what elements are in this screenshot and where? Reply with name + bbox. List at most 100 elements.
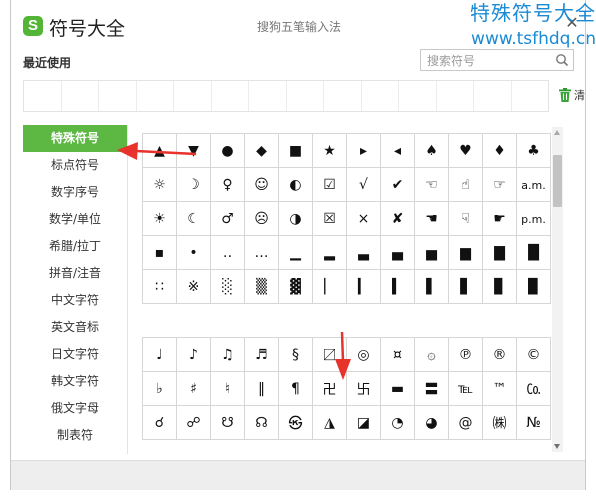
symbol-cell[interactable]: ☋ [210, 405, 245, 440]
symbol-cell[interactable]: 〼 [312, 337, 347, 372]
symbol-cell[interactable]: @ [448, 405, 483, 440]
symbol-cell[interactable]: ▇ [482, 235, 517, 270]
category-item[interactable]: 英文音标 [23, 314, 127, 341]
symbol-cell[interactable]: ☜ [414, 167, 449, 202]
symbol-cell[interactable]: ◑ [278, 201, 313, 236]
symbol-cell[interactable]: ♦ [482, 133, 517, 168]
symbol-cell[interactable]: ☾ [176, 201, 211, 236]
symbol-cell[interactable]: ◕ [414, 405, 449, 440]
symbol-cell[interactable]: ◆ [244, 133, 279, 168]
recent-symbol-slot[interactable] [137, 81, 174, 111]
category-item[interactable]: 特殊符号 [23, 125, 127, 152]
symbol-cell[interactable]: ㈱ [482, 405, 517, 440]
symbol-cell[interactable]: p.m. [516, 201, 551, 236]
search-icon[interactable] [555, 53, 569, 67]
symbol-cell[interactable]: ☝ [448, 167, 483, 202]
symbol-cell[interactable]: ♫ [210, 337, 245, 372]
symbol-cell[interactable]: … [244, 235, 279, 270]
recent-symbol-slot[interactable] [512, 81, 549, 111]
symbol-cell[interactable]: § [278, 337, 313, 372]
symbol-cell[interactable]: × [346, 201, 381, 236]
search-box[interactable] [420, 49, 574, 71]
symbol-cell[interactable]: ☍ [176, 405, 211, 440]
symbol-cell[interactable]: ● [210, 133, 245, 168]
symbol-cell[interactable]: ◐ [278, 167, 313, 202]
symbol-cell[interactable]: ♠ [414, 133, 449, 168]
symbol-cell[interactable]: ☽ [176, 167, 211, 202]
symbol-cell[interactable]: ▬ [380, 371, 415, 406]
recent-symbol-slot[interactable] [399, 81, 437, 111]
symbol-cell[interactable]: ☞ [482, 167, 517, 202]
symbol-cell[interactable]: ◮ [312, 405, 347, 440]
symbol-cell[interactable]: ☒ [312, 201, 347, 236]
recent-symbol-slot[interactable] [62, 81, 99, 111]
symbol-cell[interactable]: ∷ [142, 269, 177, 304]
symbol-cell[interactable]: ▲ [142, 133, 177, 168]
symbol-cell[interactable]: ♂ [210, 201, 245, 236]
close-icon[interactable]: ✕ [564, 15, 580, 31]
symbol-cell[interactable]: ◪ [346, 405, 381, 440]
title-bar[interactable]: S 符号大全 搜狗五笔输入法 ✕ [11, 0, 587, 44]
symbol-cell[interactable]: ☼ [142, 167, 177, 202]
category-item[interactable]: 数学/单位 [23, 206, 127, 233]
recent-symbol-slot[interactable] [474, 81, 512, 111]
symbol-cell[interactable]: © [516, 337, 551, 372]
symbol-cell[interactable]: ♬ [244, 337, 279, 372]
symbol-cell[interactable]: ◔ [380, 405, 415, 440]
symbol-cell[interactable]: ☹ [244, 201, 279, 236]
symbol-cell[interactable]: ¤ [380, 337, 415, 372]
symbol-cell[interactable]: ☑ [312, 167, 347, 202]
recent-symbol-slot[interactable] [99, 81, 137, 111]
category-item[interactable]: 数字序号 [23, 179, 127, 206]
recent-symbol-slot[interactable] [287, 81, 324, 111]
symbol-cell[interactable]: ‖ [244, 371, 279, 406]
symbol-cell[interactable]: ♩ [142, 337, 177, 372]
symbol-cell[interactable]: ▊ [482, 269, 517, 304]
recent-symbol-slot[interactable] [324, 81, 362, 111]
symbol-cell[interactable]: ♪ [176, 337, 211, 372]
symbol-cell[interactable]: ㉿ [278, 405, 313, 440]
symbol-cell[interactable]: ☌ [142, 405, 177, 440]
symbol-cell[interactable]: ☀ [142, 201, 177, 236]
symbol-cell[interactable]: ♀ [210, 167, 245, 202]
symbol-cell[interactable]: ☛ [482, 201, 517, 236]
category-item[interactable]: 标点符号 [23, 152, 127, 179]
symbol-cell[interactable]: ℡ [448, 371, 483, 406]
symbol-cell[interactable]: ▁ [278, 235, 313, 270]
category-item[interactable]: 拼音/注音 [23, 260, 127, 287]
symbol-cell[interactable]: ▂ [312, 235, 347, 270]
symbol-cell[interactable]: ▸ [346, 133, 381, 168]
symbol-cell[interactable]: ♭ [142, 371, 177, 406]
recent-symbol-slot[interactable] [362, 81, 399, 111]
clear-history-label[interactable]: 清 [574, 87, 587, 103]
symbol-cell[interactable]: • [176, 235, 211, 270]
symbol-cell[interactable]: № [516, 405, 551, 440]
category-item[interactable]: 日文字符 [23, 341, 127, 368]
symbol-cell[interactable]: ¶ [278, 371, 313, 406]
category-item[interactable]: 韩文字符 [23, 368, 127, 395]
symbol-cell[interactable]: ░ [210, 269, 245, 304]
symbol-cell[interactable]: ▍ [380, 269, 415, 304]
symbol-cell[interactable]: ▓ [278, 269, 313, 304]
symbol-cell[interactable]: ☺ [244, 167, 279, 202]
symbol-cell[interactable]: ♮ [210, 371, 245, 406]
symbol-cell[interactable]: ® [482, 337, 517, 372]
symbol-cell[interactable]: ☊ [244, 405, 279, 440]
symbol-cell[interactable]: 卐 [346, 371, 381, 406]
symbol-cell[interactable]: ▏ [312, 269, 347, 304]
symbol-cell[interactable]: ◂ [380, 133, 415, 168]
recent-symbol-slot[interactable] [437, 81, 474, 111]
symbol-cell[interactable]: ☟ [448, 201, 483, 236]
symbol-cell[interactable]: 卍 [312, 371, 347, 406]
symbol-cell[interactable]: ▒ [244, 269, 279, 304]
symbol-cell[interactable]: █ [516, 235, 551, 270]
category-item[interactable]: 俄文字母 [23, 395, 127, 422]
category-item[interactable]: 制表符 [23, 422, 127, 449]
symbol-cell[interactable]: ‥ [210, 235, 245, 270]
symbol-cell[interactable]: a.m. [516, 167, 551, 202]
symbol-cell[interactable]: ▃ [346, 235, 381, 270]
symbol-cell[interactable]: ♯ [176, 371, 211, 406]
symbol-cell[interactable]: ℗ [448, 337, 483, 372]
symbol-cell[interactable]: ▋ [448, 269, 483, 304]
symbol-cell[interactable]: ▆ [448, 235, 483, 270]
